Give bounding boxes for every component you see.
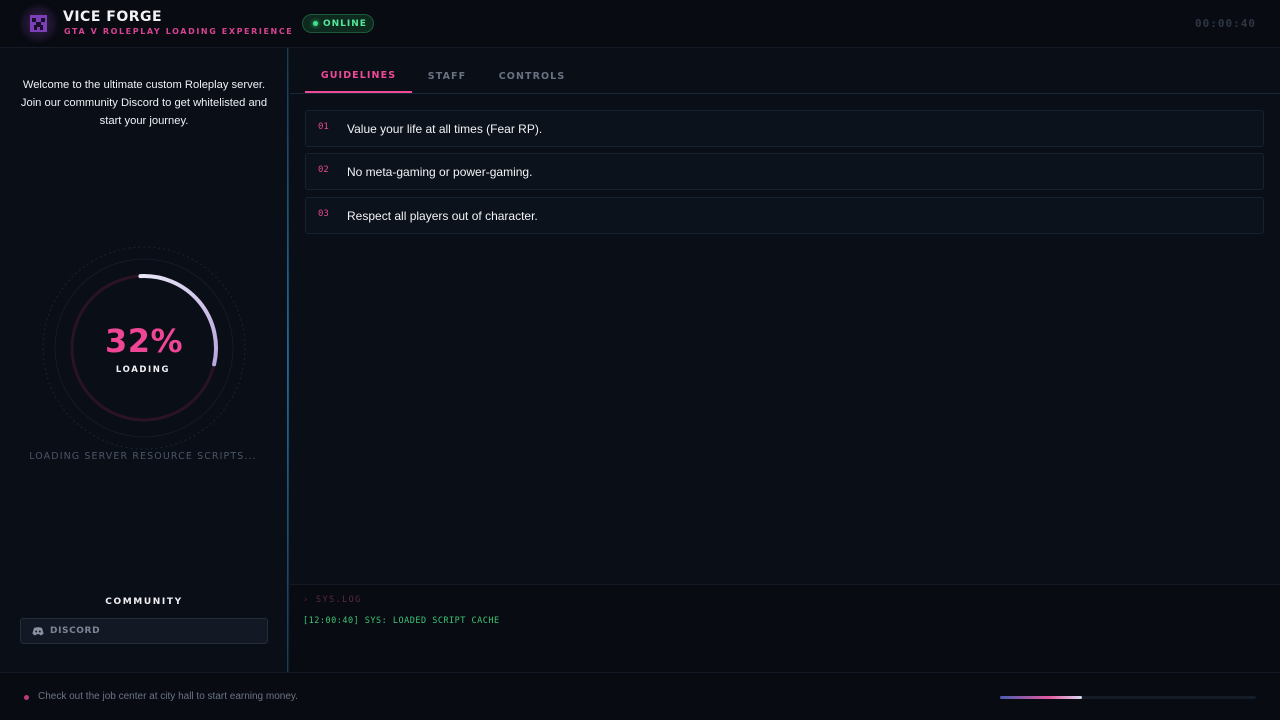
progress-ring: 32% LOADING [40,244,248,452]
top-bar: VICE FORGE GTA V ROLEPLAY LOADING EXPERI… [0,0,1280,48]
creeper-face-icon [30,15,47,32]
footer-progress-bar [1000,696,1256,699]
guideline-item: 02 No meta-gaming or power-gaming. [305,153,1264,190]
system-log: › SYS.LOG [12:00:40] SYS: LOADED SCRIPT … [290,584,1280,672]
app-title: VICE FORGE [63,9,163,25]
tab-bar: GUIDELINES STAFF CONTROLS [290,60,1280,94]
guideline-text: No meta-gaming or power-gaming. [347,165,533,179]
discord-icon [32,626,44,635]
app-subtitle: GTA V ROLEPLAY LOADING EXPERIENCE [64,27,294,36]
footer-progress-fill [1000,696,1082,699]
progress-percent: 32% [104,322,184,360]
tab-controls[interactable]: CONTROLS [482,60,582,93]
community-heading: COMMUNITY [105,597,183,607]
guideline-number: 02 [318,165,329,175]
discord-button-label: DISCORD [50,626,101,636]
tab-guidelines[interactable]: GUIDELINES [305,60,412,93]
progress-caption: LOADING [115,365,171,375]
guideline-number: 01 [318,122,329,132]
discord-button[interactable]: DISCORD [20,618,268,644]
tip-dot-icon [24,695,29,700]
status-badge: ONLINE [302,14,374,33]
tab-staff[interactable]: STAFF [412,60,482,93]
sidebar-divider [287,48,289,672]
guideline-text: Value your life at all times (Fear RP). [347,122,543,136]
welcome-text: Welcome to the ultimate custom Roleplay … [20,79,268,127]
footer: Check out the job center at city hall to… [0,672,1280,720]
online-dot-icon [313,21,318,26]
guideline-number: 03 [318,209,329,219]
tip-text: Check out the job center at city hall to… [38,691,298,702]
status-badge-label: ONLINE [323,18,367,29]
guideline-item: 03 Respect all players out of character. [305,197,1264,234]
loading-status: LOADING SERVER RESOURCE SCRIPTS... [29,451,257,462]
log-title: › SYS.LOG [303,595,362,605]
logo [24,9,53,38]
guideline-text: Respect all players out of character. [347,209,538,223]
clock: 00:00:40 [1195,17,1256,30]
log-line: [12:00:40] SYS: LOADED SCRIPT CACHE [303,616,500,626]
guideline-item: 01 Value your life at all times (Fear RP… [305,110,1264,147]
